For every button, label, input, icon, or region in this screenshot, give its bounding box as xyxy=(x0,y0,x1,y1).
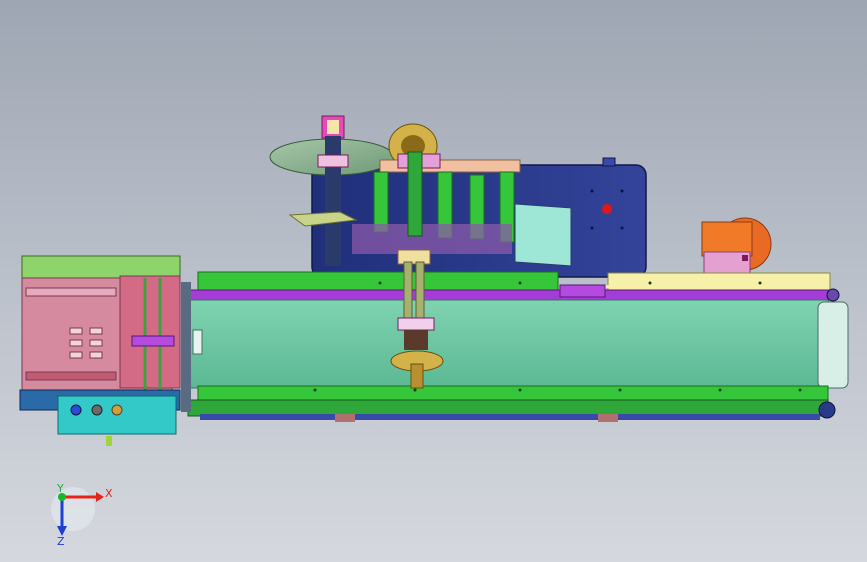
machine-model-drawing: X Y Z xyxy=(19,115,849,548)
x-axis-label: X xyxy=(105,487,113,500)
conveyor xyxy=(181,271,849,422)
y-axis-label: Y xyxy=(56,482,64,495)
view-triad: X Y Z xyxy=(51,482,113,548)
z-axis-label: Z xyxy=(57,535,65,548)
cad-viewport[interactable]: X Y Z xyxy=(0,0,867,562)
emergency-stop-icon xyxy=(602,204,612,214)
feeder-unit xyxy=(19,255,181,446)
motor-housing xyxy=(701,217,772,275)
knob-icon xyxy=(111,404,123,416)
knob-icon xyxy=(91,404,103,416)
dial-icon xyxy=(70,404,82,416)
